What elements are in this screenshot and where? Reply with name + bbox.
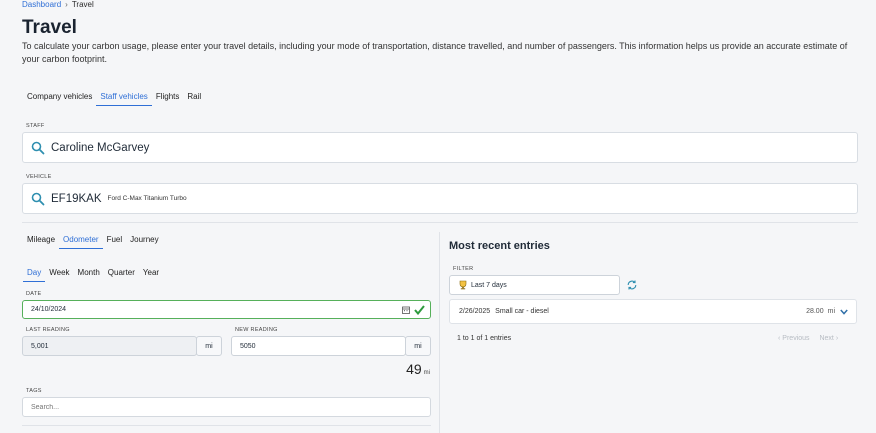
tab-flights[interactable]: Flights (152, 92, 184, 106)
vehicle-model: Ford C-Max Titanium Turbo (107, 195, 187, 202)
last-reading-value: 5,001 (31, 342, 49, 350)
staff-value: Caroline McGarvey (51, 141, 150, 154)
tab-rail[interactable]: Rail (183, 92, 205, 106)
calendar-icon[interactable] (402, 306, 410, 314)
left-bottom-divider (22, 425, 431, 426)
vehicle-label: VEHICLE (26, 174, 52, 180)
list-item[interactable]: 2/26/2025 Small car - diesel 28.00 mi (449, 299, 857, 324)
method-tabs: Mileage Odometer Fuel Journey (23, 235, 163, 249)
staff-search-field[interactable]: Caroline McGarvey (22, 132, 858, 163)
last-reading-input: 5,001 (22, 336, 197, 356)
last-reading-label: LAST READING (26, 327, 70, 333)
filter-value: Last 7 days (471, 281, 507, 289)
filter-label: FILTER (453, 266, 474, 272)
entry-description: Small car - diesel (495, 308, 549, 315)
tab-journey[interactable]: Journey (126, 235, 162, 249)
filter-select[interactable]: Last 7 days (449, 275, 620, 295)
entry-unit: mi (827, 308, 835, 315)
date-label: DATE (26, 291, 42, 297)
chevron-left-icon: ‹ (778, 335, 781, 342)
category-tabs: Company vehicles Staff vehicles Flights … (23, 92, 205, 106)
tags-label: TAGS (26, 388, 42, 394)
search-icon (31, 141, 45, 154)
tab-fuel[interactable]: Fuel (103, 235, 127, 249)
last-reading-unit: mi (196, 336, 222, 356)
breadcrumb-dashboard-link[interactable]: Dashboard (22, 0, 61, 9)
page-title: Travel (22, 17, 77, 38)
trophy-icon (459, 280, 467, 290)
new-reading-label: NEW READING (235, 327, 278, 333)
distance-unit: mi (423, 370, 430, 376)
tab-week[interactable]: Week (45, 268, 73, 282)
new-reading-value: 5050 (240, 342, 256, 350)
distance-value: 49 (406, 361, 422, 377)
entry-date: 2/26/2025 (459, 308, 491, 315)
breadcrumb-current: Travel (71, 0, 94, 9)
distance-total: 49 mi (406, 361, 430, 379)
tab-staff-vehicles[interactable]: Staff vehicles (96, 92, 152, 106)
date-value: 24/10/2024 (31, 306, 67, 313)
refresh-icon[interactable] (626, 279, 638, 291)
tab-odometer[interactable]: Odometer (59, 235, 103, 249)
breadcrumb-separator: › (65, 0, 68, 9)
tab-mileage[interactable]: Mileage (23, 235, 59, 249)
chevron-right-icon: › (835, 335, 839, 342)
section-divider (22, 222, 858, 223)
chevron-down-icon[interactable] (840, 309, 848, 315)
tab-year[interactable]: Year (139, 268, 163, 282)
new-reading-input[interactable]: 5050 (231, 336, 406, 356)
tab-month[interactable]: Month (74, 268, 104, 282)
recent-entries-title: Most recent entries (449, 240, 550, 252)
period-tabs: Day Week Month Quarter Year (23, 268, 163, 282)
tab-day[interactable]: Day (23, 268, 46, 282)
vehicle-search-field[interactable]: EF19KAK Ford C-Max Titanium Turbo (22, 183, 858, 214)
tags-search-input[interactable] (22, 397, 431, 417)
staff-label: STAFF (26, 123, 45, 129)
next-label: Next (819, 335, 834, 342)
vehicle-reg: EF19KAK (51, 192, 102, 205)
column-divider (439, 232, 440, 433)
new-reading-unit: mi (405, 336, 431, 356)
valid-check-icon (414, 305, 425, 315)
previous-label: Previous (782, 335, 810, 342)
tab-company-vehicles[interactable]: Company vehicles (23, 92, 96, 106)
next-button[interactable]: Next › (819, 335, 838, 342)
tab-quarter[interactable]: Quarter (104, 268, 139, 282)
date-input[interactable]: 24/10/2024 (22, 300, 431, 319)
page-intro: To calculate your carbon usage, please e… (22, 41, 848, 64)
entry-value: 28.00 (806, 308, 824, 315)
breadcrumb: Dashboard › Travel (22, 0, 94, 9)
search-icon (31, 192, 45, 205)
entries-count: 1 to 1 of 1 entries (457, 335, 512, 342)
previous-button[interactable]: ‹ Previous (778, 335, 810, 342)
pagination: ‹ Previous Next › (778, 335, 838, 342)
